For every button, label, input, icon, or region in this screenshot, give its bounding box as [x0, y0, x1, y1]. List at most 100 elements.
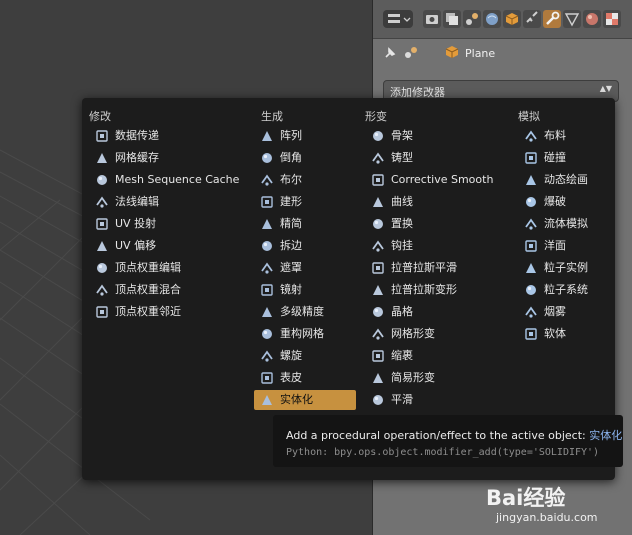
menu-item-mirror[interactable]: 镜射 [254, 280, 302, 300]
menu-item-skin[interactable]: 表皮 [254, 368, 302, 388]
data-tab-icon[interactable] [563, 10, 581, 28]
uv-project-icon [96, 218, 108, 230]
menu-item-mesh-sequence-cache[interactable]: Mesh Sequence Cache [89, 170, 239, 190]
curve-icon [373, 197, 383, 207]
constraints-tab-icon[interactable] [523, 10, 541, 28]
remesh-icon [262, 329, 272, 339]
menu-item-corrective-smooth[interactable]: Corrective Smooth [365, 170, 493, 190]
menu-item-array[interactable]: 阵列 [254, 126, 302, 146]
solidify-icon [262, 395, 272, 405]
menu-item-lattice[interactable]: 晶格 [365, 302, 413, 322]
cast-icon [372, 152, 384, 164]
menu-item-label: 烟雾 [544, 305, 566, 318]
menu-item-mask[interactable]: 遮罩 [254, 258, 302, 278]
menu-item-particle-system[interactable]: 粒子系统 [518, 280, 588, 300]
render-tab-icon[interactable] [423, 10, 441, 28]
menu-item-label: 数据传递 [115, 129, 159, 142]
watermark-url: jingyan.baidu.com [496, 511, 598, 524]
boolean-icon [261, 174, 273, 186]
menu-item-vertex-weight-edit[interactable]: 顶点权重编辑 [89, 258, 181, 278]
column-header-simulate: 模拟 [518, 110, 540, 123]
menu-item-label: 布料 [544, 129, 566, 142]
menu-item-label: 多级精度 [280, 305, 324, 318]
armature-icon [373, 131, 383, 141]
menu-item-label: 钩挂 [391, 239, 413, 252]
pin-icon[interactable] [383, 46, 397, 60]
menu-item-uv-project[interactable]: UV 投射 [89, 214, 156, 234]
texture-tab-icon[interactable] [603, 10, 621, 28]
menu-item-smooth[interactable]: 平滑 [365, 390, 413, 410]
menu-item-simple-deform[interactable]: 简易形变 [365, 368, 435, 388]
menu-item-collision[interactable]: 碰撞 [518, 148, 566, 168]
menu-item-edge-split[interactable]: 拆边 [254, 236, 302, 256]
menu-item-data-transfer[interactable]: 数据传递 [89, 126, 159, 146]
menu-item-cast[interactable]: 铸型 [365, 148, 413, 168]
menu-item-label: 遮罩 [280, 261, 302, 274]
menu-item-hook[interactable]: 钩挂 [365, 236, 413, 256]
world-tab-icon[interactable] [483, 10, 501, 28]
menu-item-fluid[interactable]: 流体模拟 [518, 214, 588, 234]
menu-item-label: 螺旋 [280, 349, 302, 362]
object-tab-icon[interactable] [503, 10, 521, 28]
menu-item-screw[interactable]: 螺旋 [254, 346, 302, 366]
corrective-smooth-icon [372, 174, 384, 186]
material-tab-icon[interactable] [583, 10, 601, 28]
menu-item-label: 曲线 [391, 195, 413, 208]
explode-icon [526, 197, 536, 207]
menu-item-label: 粒子实例 [544, 261, 588, 274]
menu-item-label: 精简 [280, 217, 302, 230]
menu-item-dynamic-paint[interactable]: 动态绘画 [518, 170, 588, 190]
ocean-icon [525, 240, 537, 252]
menu-item-build[interactable]: 建形 [254, 192, 302, 212]
menu-item-label: UV 偏移 [115, 239, 157, 252]
scene-icon [405, 47, 417, 58]
menu-item-bevel[interactable]: 倒角 [254, 148, 302, 168]
menu-item-boolean[interactable]: 布尔 [254, 170, 302, 190]
editor-type-button[interactable] [383, 10, 413, 28]
menu-item-label: 粒子系统 [544, 283, 588, 296]
column-header-deform: 形变 [365, 110, 387, 123]
menu-item-displace[interactable]: 置换 [365, 214, 413, 234]
menu-item-ocean[interactable]: 洋面 [518, 236, 566, 256]
menu-item-label: 平滑 [391, 393, 413, 406]
modifiers-tab-icon[interactable] [543, 10, 561, 28]
scene-tab-icon[interactable] [463, 10, 481, 28]
mirror-icon [261, 284, 273, 296]
menu-item-smoke[interactable]: 烟雾 [518, 302, 566, 322]
menu-item-shrinkwrap[interactable]: 缩裹 [365, 346, 413, 366]
menu-item-label: Corrective Smooth [391, 173, 494, 186]
menu-item-particle-instance[interactable]: 粒子实例 [518, 258, 588, 278]
menu-item-decimate[interactable]: 精简 [254, 214, 302, 234]
menu-item-cloth[interactable]: 布料 [518, 126, 566, 146]
collision-icon [525, 152, 537, 164]
menu-item-vertex-weight-proximity[interactable]: 顶点权重邻近 [89, 302, 181, 322]
menu-item-laplacian-deform[interactable]: 拉普拉斯变形 [365, 280, 457, 300]
menu-item-curve[interactable]: 曲线 [365, 192, 413, 212]
smoke-icon [525, 306, 537, 318]
laplacian-deform-icon [373, 285, 383, 295]
editor-type-icon [388, 14, 411, 23]
menu-item-normal-edit[interactable]: 法线编辑 [89, 192, 159, 212]
render-layers-tab-icon[interactable] [443, 10, 461, 28]
menu-item-vertex-weight-mix[interactable]: 顶点权重混合 [89, 280, 181, 300]
screw-icon [261, 350, 273, 362]
menu-item-mesh-deform[interactable]: 网格形变 [365, 324, 435, 344]
menu-item-remesh[interactable]: 重构网格 [254, 324, 324, 344]
cloth-icon [525, 130, 537, 142]
menu-item-label: 建形 [280, 195, 302, 208]
mesh-deform-icon [372, 328, 384, 340]
menu-item-solidify[interactable]: 实体化 [254, 390, 356, 410]
menu-item-label: 铸型 [391, 151, 413, 164]
menu-item-soft-body[interactable]: 软体 [518, 324, 566, 344]
laplacian-smooth-icon [372, 262, 384, 274]
menu-item-multires[interactable]: 多级精度 [254, 302, 324, 322]
menu-item-label: 阵列 [280, 129, 302, 142]
menu-item-label: 实体化 [280, 393, 313, 406]
menu-item-uv-warp[interactable]: UV 偏移 [89, 236, 156, 256]
particle-instance-icon [526, 263, 536, 273]
menu-item-explode[interactable]: 爆破 [518, 192, 566, 212]
menu-item-mesh-cache[interactable]: 网格缓存 [89, 148, 159, 168]
menu-item-armature[interactable]: 骨架 [365, 126, 413, 146]
uv-warp-icon [97, 241, 107, 251]
menu-item-laplacian-smooth[interactable]: 拉普拉斯平滑 [365, 258, 457, 278]
